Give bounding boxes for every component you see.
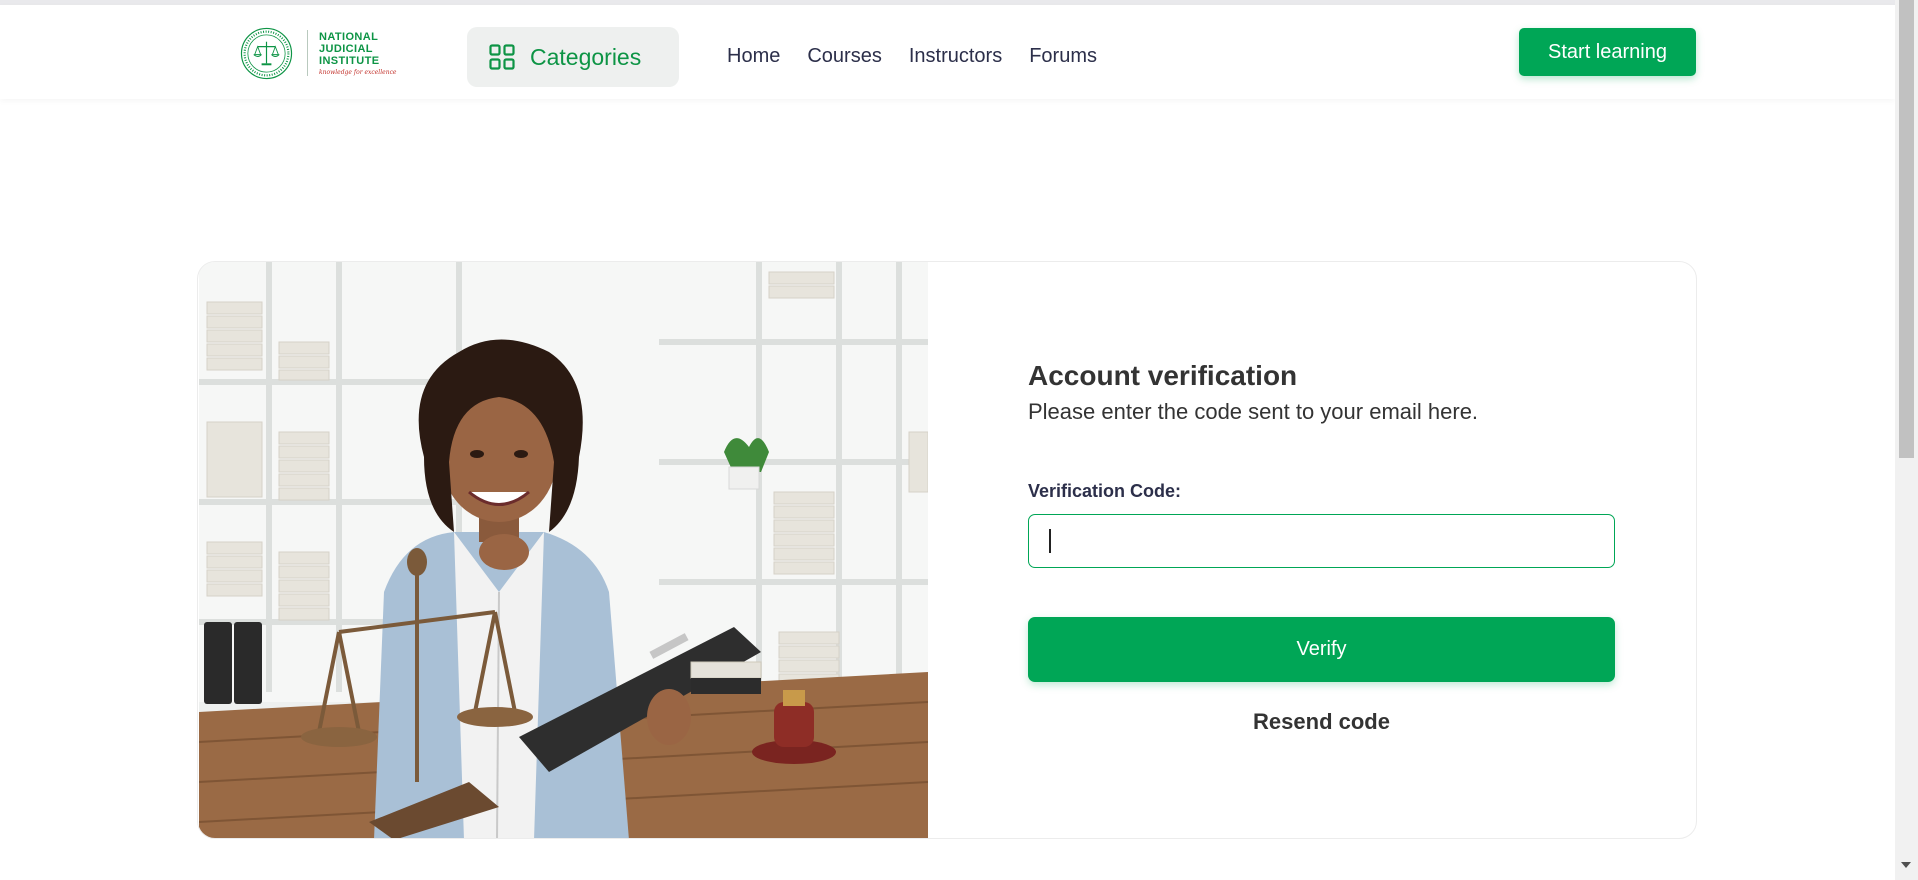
grid-icon <box>489 44 515 70</box>
logo-tagline: knowledge for excellence <box>319 68 397 76</box>
verification-code-input[interactable] <box>1028 514 1615 568</box>
categories-button[interactable]: Categories <box>467 27 679 87</box>
verification-card: Account verification Please enter the co… <box>197 261 1697 839</box>
logo-line-2: JUDICIAL <box>319 42 373 55</box>
logo-divider <box>307 30 308 76</box>
main-nav: Home Courses Instructors Forums <box>727 33 1124 79</box>
logo-wordmark: NATIONAL JUDICIAL INSTITUTE knowledge fo… <box>319 31 396 76</box>
page-subtitle: Please enter the code sent to your email… <box>1028 399 1479 424</box>
text-cursor <box>1049 529 1051 553</box>
page-title: Account verification <box>1028 360 1298 391</box>
categories-label: Categories <box>530 43 642 70</box>
resend-code-link[interactable]: Resend code <box>1028 709 1615 735</box>
logo-line-3: INSTITUTE <box>319 54 380 67</box>
nav-courses[interactable]: Courses <box>807 45 881 68</box>
nav-forums[interactable]: Forums <box>1029 45 1097 68</box>
site-header: NATIONAL JUDICIAL INSTITUTE knowledge fo… <box>0 5 1895 99</box>
verify-button[interactable]: Verify <box>1028 617 1615 682</box>
hero-photo <box>199 262 928 838</box>
seal-icon <box>240 27 293 79</box>
scrollbar-thumb[interactable] <box>1899 0 1914 458</box>
page-scrollbar[interactable] <box>1895 0 1918 880</box>
lawyer-photo-illustration <box>199 262 928 838</box>
nav-home[interactable]: Home <box>727 45 780 68</box>
start-learning-button[interactable]: Start learning <box>1519 28 1696 76</box>
nav-instructors[interactable]: Instructors <box>909 45 1002 68</box>
site-logo[interactable]: NATIONAL JUDICIAL INSTITUTE knowledge fo… <box>240 25 396 81</box>
logo-line-1: NATIONAL <box>319 30 379 43</box>
verification-code-label: Verification Code: <box>1028 481 1182 501</box>
caret-down-icon[interactable] <box>1901 862 1911 868</box>
